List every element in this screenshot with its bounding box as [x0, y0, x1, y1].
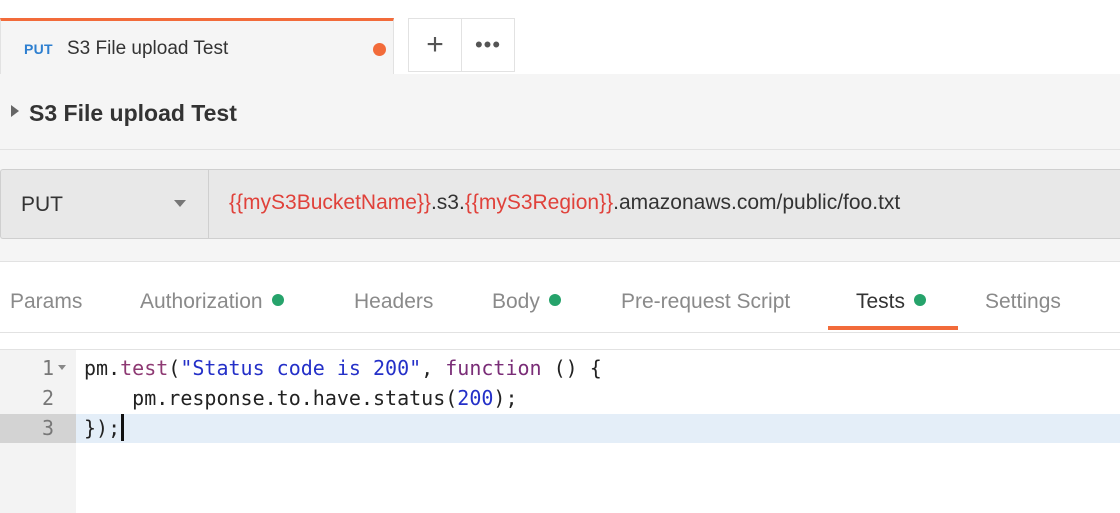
url-variable: {{myS3Region}}	[464, 191, 614, 214]
method-select-label: PUT	[21, 193, 63, 216]
tab-params[interactable]: Params	[10, 290, 82, 314]
url-variable: {{myS3BucketName}}	[229, 191, 431, 214]
request-tab-label: Settings	[985, 290, 1061, 313]
code-line[interactable]: 2 pm.response.to.have.status(200);	[0, 384, 1120, 413]
code-token-string: "Status code is 200"	[180, 356, 422, 380]
tab-authorization[interactable]: Authorization	[140, 290, 284, 314]
code-editor[interactable]: 1 pm.test("Status code is 200", function…	[0, 349, 1120, 513]
text-cursor	[121, 414, 125, 441]
tab-settings[interactable]: Settings	[985, 290, 1061, 314]
tab-name-label: S3 File upload Test	[67, 38, 229, 59]
code-line-active[interactable]: 3 });	[0, 414, 1120, 443]
code-token: );	[493, 386, 518, 410]
code-token-function: test	[120, 356, 169, 380]
code-token: ,	[421, 356, 446, 380]
request-tab-label: Pre-request Script	[621, 290, 791, 313]
code-token: pm.	[84, 356, 121, 380]
more-tabs-button[interactable]: •••	[461, 18, 515, 72]
active-tab-indicator	[828, 326, 958, 330]
plus-icon: +	[426, 28, 444, 61]
url-segment: .s3.	[430, 191, 465, 214]
code-token: () {	[541, 356, 602, 380]
code-text[interactable]: pm.test("Status code is 200", function (…	[84, 354, 602, 383]
tab-body[interactable]: Body	[492, 290, 561, 314]
code-token-number: 200	[457, 386, 494, 410]
code-token-keyword: function	[445, 356, 542, 380]
new-tab-button[interactable]: +	[408, 18, 462, 72]
request-tab-label: Authorization	[140, 290, 263, 313]
unsaved-indicator	[373, 43, 386, 56]
more-horizontal-icon: •••	[474, 32, 502, 57]
request-tab-label: Body	[492, 290, 540, 313]
url-segment: .amazonaws.com/public/foo.txt	[613, 191, 901, 214]
code-text[interactable]: pm.response.to.have.status(200);	[84, 384, 518, 413]
url-bar: PUT {{myS3BucketName}}.s3.{{myS3Region}}…	[0, 169, 1120, 239]
method-select[interactable]: PUT	[1, 170, 209, 238]
code-text[interactable]: });	[84, 414, 125, 443]
has-content-indicator	[548, 294, 561, 306]
request-tab-label: Headers	[354, 290, 434, 313]
has-content-indicator	[271, 294, 284, 306]
line-number: 3	[0, 414, 76, 443]
request-tab[interactable]: PUT S3 File upload Test	[0, 18, 394, 74]
code-token: (	[168, 356, 181, 380]
url-area: PUT {{myS3BucketName}}.s3.{{myS3Region}}…	[0, 150, 1120, 261]
tab-pre-request-script[interactable]: Pre-request Script	[621, 290, 790, 314]
code-token: pm.response.to.have.status(	[132, 386, 458, 410]
chevron-down-icon	[174, 200, 186, 207]
code-line[interactable]: 1 pm.test("Status code is 200", function…	[0, 354, 1120, 383]
tab-headers[interactable]: Headers	[354, 290, 433, 314]
has-content-indicator	[914, 294, 927, 306]
request-tab-label: Params	[10, 290, 83, 313]
line-number: 2	[41, 386, 54, 410]
tab-tests[interactable]: Tests	[856, 290, 927, 314]
request-tabs: Params Authorization Headers Body Pre-reques…	[0, 261, 1120, 333]
code-token: });	[84, 416, 121, 440]
tab-strip: PUT S3 File upload Test + •••	[0, 0, 1120, 75]
request-title[interactable]: S3 File upload Test	[29, 100, 237, 127]
caret-right-icon[interactable]	[11, 105, 19, 117]
fold-toggle-icon[interactable]	[58, 365, 66, 370]
url-input[interactable]: {{myS3BucketName}}.s3.{{myS3Region}}.ama…	[229, 191, 900, 215]
tab-method-label: PUT	[24, 41, 53, 57]
request-tab-label: Tests	[856, 290, 906, 313]
request-title-bar: S3 File upload Test	[0, 74, 1120, 150]
